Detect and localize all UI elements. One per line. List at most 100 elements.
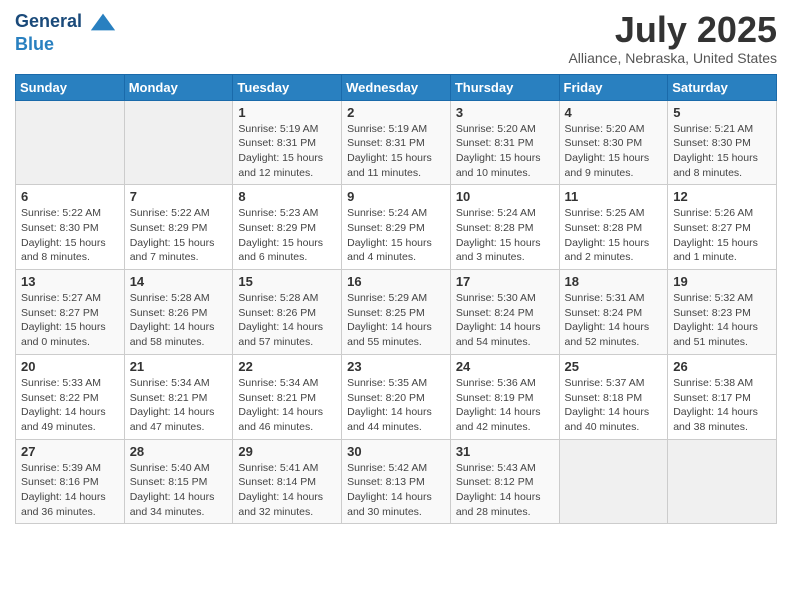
calendar-header: Sunday Monday Tuesday Wednesday Thursday… (16, 74, 777, 100)
day-cell: 26Sunrise: 5:38 AMSunset: 8:17 PMDayligh… (668, 354, 777, 439)
col-thursday: Thursday (450, 74, 559, 100)
day-number: 6 (21, 189, 119, 204)
day-number: 19 (673, 274, 771, 289)
day-number: 13 (21, 274, 119, 289)
logo-blue: Blue (15, 34, 119, 55)
day-cell: 15 Sunrise: 5:28 AMSunset: 8:26 PMDayligh… (233, 270, 342, 355)
day-number: 28 (130, 444, 228, 459)
day-detail: Sunrise: 5:28 AMSunset: 8:26 PMDaylight:… (130, 291, 228, 350)
day-detail: Sunrise: 5:41 AMSunset: 8:14 PMDaylight:… (238, 461, 336, 520)
day-cell: 6Sunrise: 5:22 AMSunset: 8:30 PMDaylight… (16, 185, 125, 270)
day-detail: Sunrise: 5:26 AMSunset: 8:27 PMDaylight:… (673, 206, 771, 265)
day-detail: Sunrise: 5:28 AMSunset: 8:26 PMDaylight:… (238, 291, 336, 350)
col-monday: Monday (124, 74, 233, 100)
col-friday: Friday (559, 74, 668, 100)
day-cell: 14 Sunrise: 5:28 AMSunset: 8:26 PMDayligh… (124, 270, 233, 355)
day-number: 23 (347, 359, 445, 374)
day-number: 24 (456, 359, 554, 374)
day-detail: Sunrise: 5:34 AMSunset: 8:21 PMDaylight:… (238, 376, 336, 435)
calendar-table: Sunday Monday Tuesday Wednesday Thursday… (15, 74, 777, 525)
day-number: 11 (565, 189, 663, 204)
day-number: 21 (130, 359, 228, 374)
day-detail: Sunrise: 5:42 AMSunset: 8:13 PMDaylight:… (347, 461, 445, 520)
day-detail: Sunrise: 5:33 AMSunset: 8:22 PMDaylight:… (21, 376, 119, 435)
day-cell: 22 Sunrise: 5:34 AMSunset: 8:21 PMDayligh… (233, 354, 342, 439)
day-cell: 29Sunrise: 5:41 AMSunset: 8:14 PMDayligh… (233, 439, 342, 524)
day-detail: Sunrise: 5:32 AMSunset: 8:23 PMDaylight:… (673, 291, 771, 350)
day-number: 31 (456, 444, 554, 459)
col-wednesday: Wednesday (342, 74, 451, 100)
calendar-body: 1 Sunrise: 5:19 AMSunset: 8:31 PMDaylight… (16, 100, 777, 524)
day-number: 2 (347, 105, 445, 120)
day-cell: 4Sunrise: 5:20 AMSunset: 8:30 PMDaylight… (559, 100, 668, 185)
day-detail: Sunrise: 5:31 AMSunset: 8:24 PMDaylight:… (565, 291, 663, 350)
day-number: 16 (347, 274, 445, 289)
day-number: 25 (565, 359, 663, 374)
day-cell: 2 Sunrise: 5:19 AMSunset: 8:31 PMDaylight… (342, 100, 451, 185)
day-number: 18 (565, 274, 663, 289)
day-detail: Sunrise: 5:40 AMSunset: 8:15 PMDaylight:… (130, 461, 228, 520)
day-detail: Sunrise: 5:37 AMSunset: 8:18 PMDaylight:… (565, 376, 663, 435)
day-number: 17 (456, 274, 554, 289)
day-number: 5 (673, 105, 771, 120)
week-row-5: 27Sunrise: 5:39 AMSunset: 8:16 PMDayligh… (16, 439, 777, 524)
day-detail: Sunrise: 5:39 AMSunset: 8:16 PMDaylight:… (21, 461, 119, 520)
day-number: 15 (238, 274, 336, 289)
week-row-4: 20 Sunrise: 5:33 AMSunset: 8:22 PMDayligh… (16, 354, 777, 439)
col-sunday: Sunday (16, 74, 125, 100)
day-number: 1 (238, 105, 336, 120)
day-number: 9 (347, 189, 445, 204)
day-detail: Sunrise: 5:36 AMSunset: 8:19 PMDaylight:… (456, 376, 554, 435)
day-cell: 30 Sunrise: 5:42 AMSunset: 8:13 PMDayligh… (342, 439, 451, 524)
location: Alliance, Nebraska, United States (568, 50, 777, 66)
day-number: 4 (565, 105, 663, 120)
day-cell: 19 Sunrise: 5:32 AMSunset: 8:23 PMDayligh… (668, 270, 777, 355)
day-cell: 23 Sunrise: 5:35 AMSunset: 8:20 PMDayligh… (342, 354, 451, 439)
day-detail: Sunrise: 5:24 AMSunset: 8:29 PMDaylight:… (347, 206, 445, 265)
day-cell: 27Sunrise: 5:39 AMSunset: 8:16 PMDayligh… (16, 439, 125, 524)
day-cell: 7Sunrise: 5:22 AMSunset: 8:29 PMDaylight… (124, 185, 233, 270)
day-detail: Sunrise: 5:21 AMSunset: 8:30 PMDaylight:… (673, 122, 771, 181)
day-number: 12 (673, 189, 771, 204)
day-cell: 12 Sunrise: 5:26 AMSunset: 8:27 PMDayligh… (668, 185, 777, 270)
day-cell (559, 439, 668, 524)
day-detail: Sunrise: 5:43 AMSunset: 8:12 PMDaylight:… (456, 461, 554, 520)
title-block: July 2025 Alliance, Nebraska, United Sta… (568, 10, 777, 66)
day-cell: 8 Sunrise: 5:23 AMSunset: 8:29 PMDaylight… (233, 185, 342, 270)
day-detail: Sunrise: 5:25 AMSunset: 8:28 PMDaylight:… (565, 206, 663, 265)
day-cell: 31 Sunrise: 5:43 AMSunset: 8:12 PMDayligh… (450, 439, 559, 524)
day-detail: Sunrise: 5:19 AMSunset: 8:31 PMDaylight:… (347, 122, 445, 181)
day-number: 7 (130, 189, 228, 204)
day-detail: Sunrise: 5:34 AMSunset: 8:21 PMDaylight:… (130, 376, 228, 435)
col-saturday: Saturday (668, 74, 777, 100)
week-row-3: 13 Sunrise: 5:27 AMSunset: 8:27 PMDayligh… (16, 270, 777, 355)
day-cell: 1Sunrise: 5:19 AMSunset: 8:31 PMDaylight… (233, 100, 342, 185)
day-cell: 24 Sunrise: 5:36 AMSunset: 8:19 PMDayligh… (450, 354, 559, 439)
day-cell (16, 100, 125, 185)
day-number: 14 (130, 274, 228, 289)
logo-icon (89, 10, 117, 34)
day-number: 10 (456, 189, 554, 204)
day-cell: 21 Sunrise: 5:34 AMSunset: 8:21 PMDayligh… (124, 354, 233, 439)
day-detail: Sunrise: 5:27 AMSunset: 8:27 PMDaylight:… (21, 291, 119, 350)
day-detail: Sunrise: 5:29 AMSunset: 8:25 PMDaylight:… (347, 291, 445, 350)
day-number: 30 (347, 444, 445, 459)
logo: General Blue (15, 10, 119, 55)
day-cell: 16 Sunrise: 5:29 AMSunset: 8:25 PMDayligh… (342, 270, 451, 355)
day-number: 26 (673, 359, 771, 374)
day-number: 22 (238, 359, 336, 374)
week-row-2: 6Sunrise: 5:22 AMSunset: 8:30 PMDaylight… (16, 185, 777, 270)
day-cell: 11 Sunrise: 5:25 AMSunset: 8:28 PMDayligh… (559, 185, 668, 270)
day-cell: 28 Sunrise: 5:40 AMSunset: 8:15 PMDayligh… (124, 439, 233, 524)
day-cell (124, 100, 233, 185)
day-cell: 13 Sunrise: 5:27 AMSunset: 8:27 PMDayligh… (16, 270, 125, 355)
day-number: 3 (456, 105, 554, 120)
logo-wordmark: General (15, 10, 119, 34)
day-cell: 17Sunrise: 5:30 AMSunset: 8:24 PMDayligh… (450, 270, 559, 355)
day-detail: Sunrise: 5:24 AMSunset: 8:28 PMDaylight:… (456, 206, 554, 265)
day-detail: Sunrise: 5:35 AMSunset: 8:20 PMDaylight:… (347, 376, 445, 435)
day-cell: 10 Sunrise: 5:24 AMSunset: 8:28 PMDayligh… (450, 185, 559, 270)
day-number: 20 (21, 359, 119, 374)
day-number: 8 (238, 189, 336, 204)
day-detail: Sunrise: 5:23 AMSunset: 8:29 PMDaylight:… (238, 206, 336, 265)
